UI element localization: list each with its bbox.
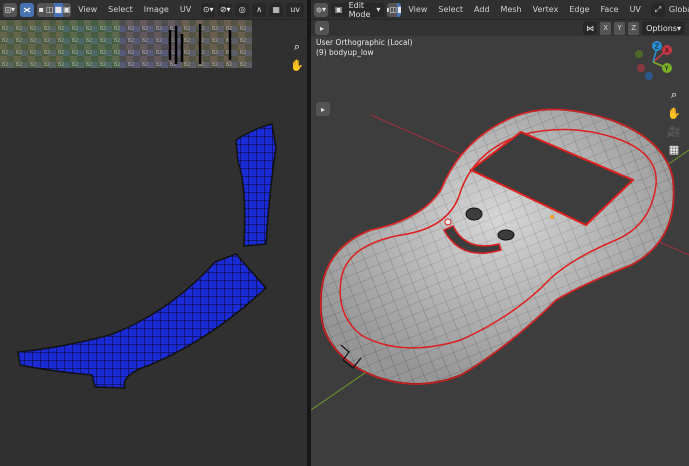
selected-vertex bbox=[444, 218, 452, 226]
uv-island-upper bbox=[235, 123, 277, 247]
3d-viewport-pane: ▾ ▣ Edit Mode ▾ ▪ ◫ ■ View Select Add Me… bbox=[311, 0, 689, 466]
right-eye bbox=[497, 229, 515, 241]
mesh-model bbox=[311, 108, 689, 411]
uv-islands bbox=[17, 123, 277, 389]
left-eye bbox=[465, 207, 483, 221]
origin-point bbox=[550, 215, 554, 219]
uv-island-lower bbox=[17, 253, 268, 389]
uv-editor-pane: ▾ ▪ ◫ ■ ▣ View Select Image UV ⊙▾ ⊘▾ ◎ ∧… bbox=[0, 0, 307, 466]
